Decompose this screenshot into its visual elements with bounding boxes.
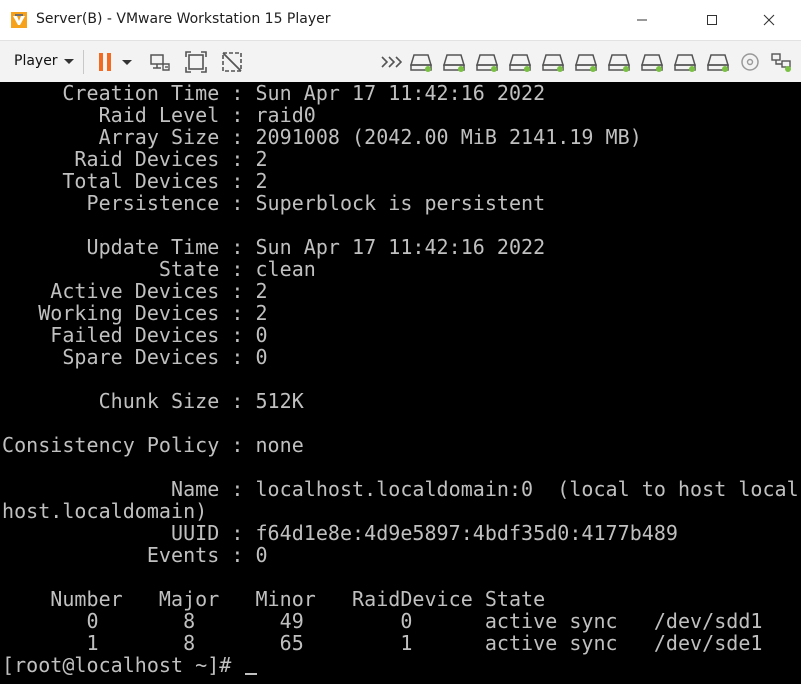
device-hard-disk-3[interactable]: [474, 49, 500, 75]
unity-button[interactable]: [219, 49, 245, 75]
pause-icon: [99, 53, 111, 71]
console-line: Number Major Minor RaidDevice State: [2, 587, 546, 611]
send-ctrl-alt-del-icon: [150, 54, 170, 71]
console-line: State : clean: [2, 257, 316, 281]
console-line: Raid Level : raid0: [2, 103, 316, 127]
console-line: Creation Time : Sun Apr 17 11:42:16 2022: [2, 82, 546, 105]
hard-disk-icon: [673, 54, 697, 72]
console-line: host.localdomain): [2, 499, 208, 523]
device-hard-disk-4[interactable]: [507, 49, 533, 75]
hard-disk-icon: [409, 54, 433, 72]
device-hard-disk-1[interactable]: [408, 49, 434, 75]
console-line: Raid Devices : 2: [2, 147, 268, 171]
console-line: Total Devices : 2: [2, 169, 268, 193]
shell-prompt: [root@localhost ~]#: [2, 653, 258, 677]
device-hard-disk-8[interactable]: [639, 49, 665, 75]
close-button[interactable]: [746, 0, 792, 40]
player-toolbar: Player: [0, 40, 801, 83]
console-line: Update Time : Sun Apr 17 11:42:16 2022: [2, 235, 546, 259]
toolbar-divider: [83, 50, 84, 74]
console-line: Working Devices : 2: [2, 301, 268, 325]
hard-disk-icon: [706, 54, 730, 72]
maximize-icon: [707, 15, 717, 25]
network-adapter-icon: [771, 53, 791, 72]
hard-disk-icon: [607, 54, 631, 72]
pause-button[interactable]: [93, 49, 119, 75]
console-line: Chunk Size : 512K: [2, 389, 304, 413]
console-line: Active Devices : 2: [2, 279, 268, 303]
device-cd-dvd[interactable]: [737, 49, 763, 75]
vmware-logo-icon: [10, 11, 28, 29]
console-line: Consistency Policy : none: [2, 433, 304, 457]
maximize-button[interactable]: [689, 0, 735, 40]
device-hard-disk-7[interactable]: [606, 49, 632, 75]
cd-dvd-icon: [741, 53, 759, 71]
device-hard-disk-5[interactable]: [540, 49, 566, 75]
pause-dropdown[interactable]: [119, 49, 135, 75]
player-menu-label: Player: [14, 53, 58, 69]
console-line: 1 8 65 1 active sync /dev/sde1: [2, 631, 763, 655]
console-line: Events : 0: [2, 543, 268, 567]
window-title: Server(B) - VMware Workstation 15 Player: [36, 11, 331, 27]
hard-disk-icon: [475, 54, 499, 72]
minimize-icon: [637, 19, 647, 21]
send-ctrl-alt-del-button[interactable]: [147, 49, 173, 75]
player-menu-button[interactable]: Player: [6, 48, 82, 74]
chevron-down-icon: [63, 58, 74, 64]
device-hard-disk-9[interactable]: [672, 49, 698, 75]
close-icon: [763, 14, 775, 26]
chevron-down-icon: [122, 59, 132, 65]
console-line: Array Size : 2091008 (2042.00 MiB 2141.1…: [2, 125, 642, 149]
device-hard-disk-2[interactable]: [441, 49, 467, 75]
fit-guest-icon: [185, 51, 207, 73]
hard-disk-icon: [574, 54, 598, 72]
vm-console[interactable]: Creation Time : Sun Apr 17 11:42:16 2022…: [0, 82, 801, 684]
title-bar: Server(B) - VMware Workstation 15 Player: [0, 0, 801, 40]
hard-disk-icon: [508, 54, 532, 72]
device-hard-disk-6[interactable]: [573, 49, 599, 75]
more-devices-button[interactable]: [378, 49, 404, 75]
fit-guest-button[interactable]: [183, 49, 209, 75]
unity-icon: [222, 52, 242, 72]
hard-disk-icon: [442, 54, 466, 72]
device-hard-disk-10[interactable]: [705, 49, 731, 75]
device-network-adapter[interactable]: [768, 49, 794, 75]
more-devices-icon: [381, 56, 402, 68]
console-line: UUID : f64d1e8e:4d9e5897:4bdf35d0:4177b4…: [2, 521, 678, 545]
minimize-button[interactable]: [619, 0, 665, 40]
console-line: Persistence : Superblock is persistent: [2, 191, 546, 215]
console-line: Failed Devices : 0: [2, 323, 268, 347]
hard-disk-icon: [541, 54, 565, 72]
text-cursor: [245, 673, 258, 675]
shell-prompt-text: [root@localhost ~]#: [2, 653, 244, 677]
console-line: Name : localhost.localdomain:0 (local to…: [2, 477, 799, 501]
console-line: Spare Devices : 0: [2, 345, 268, 369]
hard-disk-icon: [640, 54, 664, 72]
console-line: 0 8 49 0 active sync /dev/sdd1: [2, 609, 763, 633]
